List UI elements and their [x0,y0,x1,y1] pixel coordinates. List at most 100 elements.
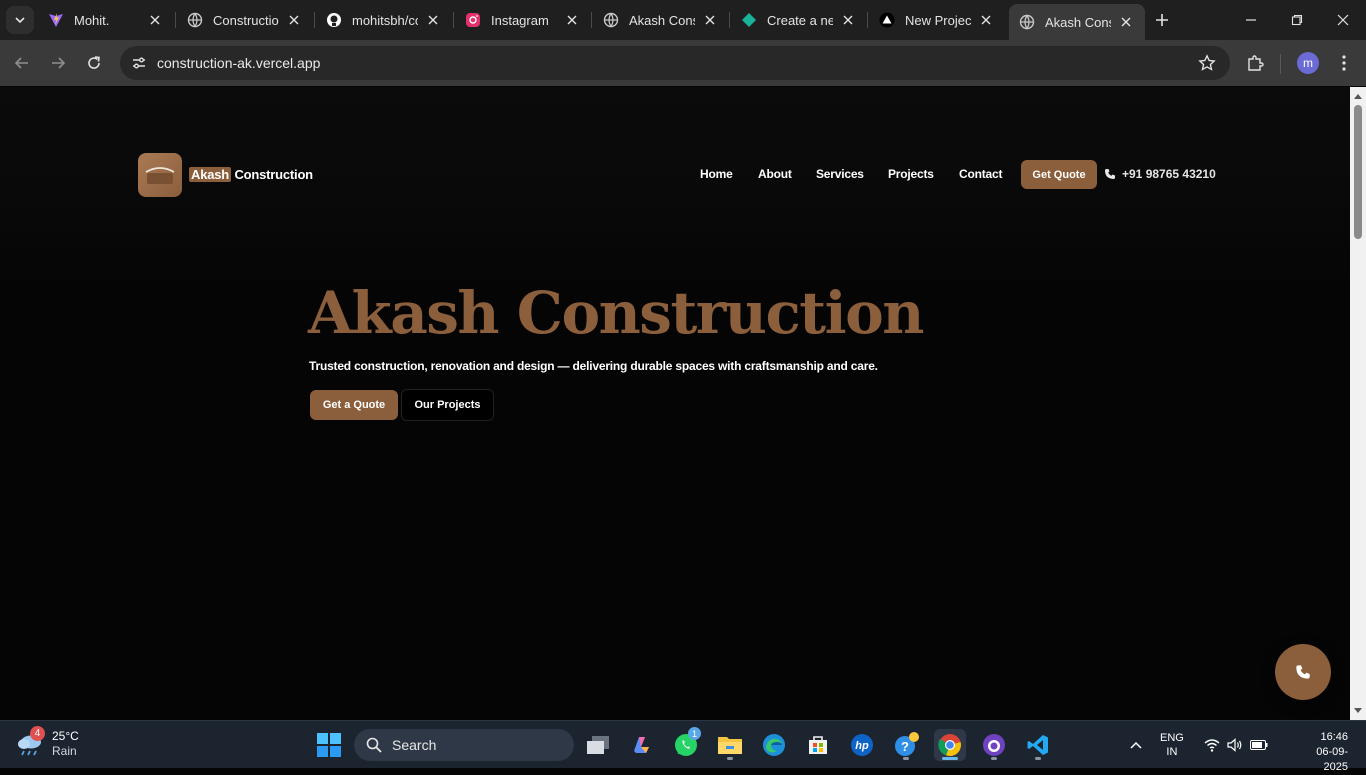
browser-tab[interactable]: mohitsbh/co [316,4,452,36]
language-code: ENG [1160,732,1184,744]
site-info-icon[interactable] [128,52,150,74]
github-icon [326,12,342,28]
extensions-button[interactable] [1243,51,1267,75]
vscode-icon [1027,735,1048,755]
taskbar-search-box[interactable]: Search [354,729,574,761]
tab-separator [175,12,176,28]
weather-condition: Rain [52,744,77,758]
tab-close-icon[interactable] [839,11,857,29]
nav-link-home[interactable]: Home [700,167,733,181]
language-indicator[interactable]: ENG IN [1160,731,1184,759]
tab-separator [591,12,592,28]
forward-button[interactable] [44,49,72,77]
task-view-button[interactable] [582,729,614,761]
browser-tab[interactable]: Instagram [455,4,591,36]
back-button[interactable] [8,49,36,77]
scroll-up-arrow[interactable] [1350,89,1366,103]
task-view-icon [587,736,609,754]
reload-button[interactable] [80,49,108,77]
tab-separator [314,12,315,28]
chrome-menu-button[interactable] [1332,51,1356,75]
tab-close-icon[interactable] [701,11,719,29]
browser-tab[interactable]: Construction [177,4,313,36]
globe-icon [187,12,203,28]
scroll-down-arrow[interactable] [1350,704,1366,718]
tab-close-icon[interactable] [1117,13,1135,31]
browser-tab[interactable]: Akash Const [1009,4,1145,40]
battery-status[interactable] [1250,736,1268,754]
weather-widget[interactable]: 4 25°C Rain [16,726,79,759]
nav-link-about[interactable]: About [758,167,792,181]
phone-number: +91 98765 43210 [1122,167,1216,181]
restore-button[interactable] [1274,0,1320,40]
weather-temperature: 25°C [52,729,79,743]
tab-close-icon[interactable] [563,11,581,29]
microsoft-store-button[interactable] [802,729,834,761]
tab-separator [867,12,868,28]
vscode-button[interactable] [1022,729,1054,761]
github-desktop-button[interactable] [978,729,1010,761]
browser-tab[interactable]: New Project [869,4,1005,36]
speaker-icon [1227,738,1242,752]
running-indicator [991,757,997,760]
tab-title: Create a new [767,12,833,28]
get-quote-button[interactable]: Get Quote [1021,160,1097,189]
browser-tab[interactable]: Mohit. [38,4,174,36]
url-text[interactable]: construction-ak.vercel.app [157,55,320,71]
chevron-up-icon [1130,741,1142,749]
tab-title: Mohit. [74,12,110,28]
wifi-status[interactable] [1203,736,1221,754]
browser-tab-strip: Mohit. Construction mohitsbh/co Instagram Ak… [0,0,1366,40]
hero-get-quote-button[interactable]: Get a Quote [310,390,398,420]
chrome-button[interactable] [934,729,966,761]
site-logo[interactable] [138,153,182,197]
bookmark-star-icon[interactable] [1198,54,1216,72]
address-bar[interactable]: construction-ak.vercel.app [120,46,1230,80]
browser-tab[interactable]: Akash Const [593,4,729,36]
kebab-menu-icon [1342,55,1346,71]
page-scrollbar[interactable] [1350,87,1366,720]
tab-close-icon[interactable] [424,11,442,29]
help-icon: ? [895,732,919,756]
browser-tab[interactable]: Create a new [731,4,867,36]
volume-status[interactable] [1226,736,1244,754]
puzzle-icon [1248,55,1264,71]
minimize-icon [1246,19,1256,21]
whatsapp-button[interactable]: 1 [670,727,702,761]
get-help-button[interactable]: ? [890,729,922,761]
running-indicator [1035,757,1041,760]
browser-toolbar: construction-ak.vercel.app [0,40,1366,86]
show-hidden-icons-button[interactable] [1127,736,1145,754]
copilot-button[interactable] [626,729,658,761]
tab-search-button[interactable] [6,6,34,34]
phone-link[interactable]: +91 98765 43210 [1104,167,1216,181]
close-window-button[interactable] [1320,0,1366,40]
new-tab-button[interactable] [1150,8,1174,32]
tab-separator [453,12,454,28]
floating-call-button[interactable] [1275,644,1331,700]
edge-button[interactable] [758,729,790,761]
windows-start-icon[interactable] [316,732,342,758]
brand-highlight: Akash [189,167,232,182]
tab-title: New Project [905,12,971,28]
search-placeholder: Search [392,737,437,753]
hp-app-button[interactable]: hp [846,729,878,761]
minimize-button[interactable] [1228,0,1274,40]
nav-link-projects[interactable]: Projects [888,167,934,181]
phone-icon [1105,169,1115,179]
nav-link-services[interactable]: Services [816,167,864,181]
tab-close-icon[interactable] [977,11,995,29]
nav-link-contact[interactable]: Contact [959,167,1002,181]
file-explorer-button[interactable] [714,729,746,761]
scroll-thumb[interactable] [1354,105,1362,239]
diamond-icon [741,12,757,28]
windows-taskbar: 4 25°C Rain Search 1 hp ? ENG IN 16:46 0… [0,720,1366,773]
hero-our-projects-button[interactable]: Our Projects [401,389,494,421]
system-clock[interactable]: 16:46 06-09-2025 [1300,730,1348,775]
close-icon [1337,14,1349,26]
tab-close-icon[interactable] [285,11,303,29]
tab-close-icon[interactable] [146,11,164,29]
profile-avatar[interactable]: m [1297,52,1319,74]
reload-icon [88,56,100,69]
brand-name[interactable]: Akash Construction [189,167,313,182]
